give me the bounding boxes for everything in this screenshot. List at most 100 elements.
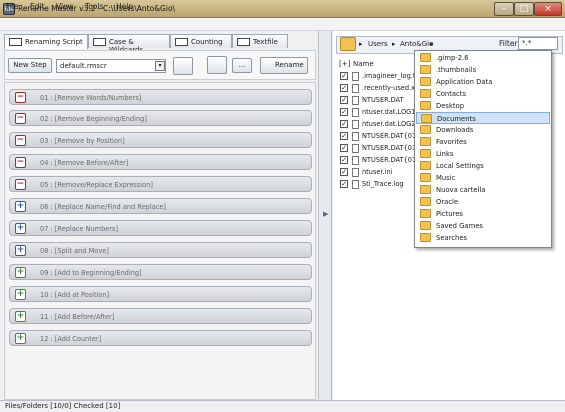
add-step-icon[interactable]: + xyxy=(15,311,26,322)
maximize-button[interactable]: □ xyxy=(514,2,534,16)
file-icon xyxy=(352,132,359,141)
menu-tools[interactable]: Tools xyxy=(85,2,103,11)
menu-edit[interactable]: Edit xyxy=(30,2,45,11)
checkbox[interactable]: ✓ xyxy=(340,156,348,164)
step-07[interactable]: +07 : [Replace Numbers] xyxy=(9,220,312,236)
folder-icon xyxy=(420,173,431,182)
dropdown-item[interactable]: Music xyxy=(416,172,550,184)
counting-icon xyxy=(175,38,188,46)
dropdown-item[interactable]: Saved Games xyxy=(416,220,550,232)
folder-icon xyxy=(421,114,432,123)
dropdown-item[interactable]: Contacts xyxy=(416,88,550,100)
dropdown-item[interactable]: Links xyxy=(416,148,550,160)
replace-step-icon[interactable]: + xyxy=(15,245,26,256)
dropdown-item[interactable]: Pictures xyxy=(416,208,550,220)
remove-step-icon[interactable]: − xyxy=(15,157,26,168)
breadcrumb-separator[interactable]: ▸ xyxy=(392,40,396,48)
dropdown-item[interactable]: Desktop xyxy=(416,100,550,112)
tab-renaming-script[interactable]: Renaming Script xyxy=(4,34,88,49)
dropdown-item[interactable]: Searches xyxy=(416,232,550,244)
tab-textfile[interactable]: Textfile xyxy=(232,34,288,48)
step-12[interactable]: +12 : [Add Counter] xyxy=(9,330,312,346)
replace-step-icon[interactable]: + xyxy=(15,223,26,234)
checkbox[interactable]: ✓ xyxy=(340,180,348,188)
folder-icon xyxy=(420,89,431,98)
folder-icon[interactable] xyxy=(340,37,356,51)
dropdown-item[interactable]: Downloads xyxy=(416,124,550,136)
script-list-icon[interactable] xyxy=(173,57,193,75)
dropdown-item-selected[interactable]: Documents xyxy=(416,112,550,124)
menu-view[interactable]: View xyxy=(56,2,74,11)
new-step-button[interactable]: New Step xyxy=(8,58,52,73)
filter-label: Filter xyxy=(499,39,518,48)
dropdown-item[interactable]: Oracle xyxy=(416,196,550,208)
step-11[interactable]: +11 : [Add Before/After] xyxy=(9,308,312,324)
file-icon xyxy=(352,120,359,129)
checkbox[interactable]: ✓ xyxy=(340,120,348,128)
folder-icon xyxy=(420,149,431,158)
dropdown-item[interactable]: Nuova cartella xyxy=(416,184,550,196)
menu-file[interactable]: File xyxy=(6,2,19,11)
checkbox[interactable]: ✓ xyxy=(340,132,348,140)
step-04[interactable]: −04 : [Remove Before/After] xyxy=(9,154,312,170)
dropdown-item[interactable]: Local Settings xyxy=(416,160,550,172)
dropdown-item[interactable]: Application Data xyxy=(416,76,550,88)
step-06[interactable]: +06 : [Replace Name/Find and Replace] xyxy=(9,198,312,214)
tab-counting[interactable]: Counting xyxy=(170,34,232,48)
add-step-icon[interactable]: + xyxy=(15,267,26,278)
remove-step-icon[interactable]: − xyxy=(15,113,26,124)
checkbox[interactable]: ✓ xyxy=(340,144,348,152)
file-icon xyxy=(352,72,359,81)
remove-step-icon[interactable]: − xyxy=(15,135,26,146)
splitter-grip-icon[interactable]: ▶ xyxy=(323,210,329,228)
breadcrumb-users[interactable]: Users xyxy=(368,40,388,48)
menu-bar xyxy=(0,18,565,31)
breadcrumb-user-folder[interactable]: Anto&Gio xyxy=(400,40,433,48)
script-icon xyxy=(9,38,22,46)
browse-button[interactable]: ... xyxy=(232,58,252,73)
folder-icon xyxy=(420,53,431,62)
textfile-icon xyxy=(237,38,250,46)
step-08[interactable]: +08 : [Split and Move] xyxy=(9,242,312,258)
file-icon xyxy=(352,156,359,165)
checkbox[interactable]: ✓ xyxy=(340,168,348,176)
file-icon xyxy=(352,96,359,105)
filter-input[interactable]: *.* xyxy=(518,37,558,50)
rename-button[interactable]: Rename xyxy=(260,57,308,74)
step-01[interactable]: −01 : [Remove Words/Numbers] xyxy=(9,89,312,105)
folder-icon xyxy=(420,209,431,218)
step-10[interactable]: +10 : [Add at Position] xyxy=(9,286,312,302)
checkbox[interactable]: ✓ xyxy=(340,72,348,80)
tab-case-wildcards[interactable]: Case & Wildcards xyxy=(88,34,170,54)
checkbox[interactable]: ✓ xyxy=(340,84,348,92)
dropdown-item[interactable]: Favorites xyxy=(416,136,550,148)
add-step-icon[interactable]: + xyxy=(15,333,26,344)
script-file-field[interactable]: default.rmscr xyxy=(56,59,166,73)
checkbox[interactable]: ✓ xyxy=(340,96,348,104)
file-icon xyxy=(352,180,359,189)
remove-step-icon[interactable]: − xyxy=(15,92,26,103)
file-icon xyxy=(352,168,359,177)
file-icon xyxy=(352,144,359,153)
step-03[interactable]: −03 : [Remove by Position] xyxy=(9,132,312,148)
file-icon xyxy=(352,84,359,93)
step-05[interactable]: −05 : [Remove/Replace Expression] xyxy=(9,176,312,192)
replace-step-icon[interactable]: + xyxy=(15,201,26,212)
file-icon xyxy=(352,108,359,117)
step-09[interactable]: +09 : [Add to Beginning/Ending] xyxy=(9,264,312,280)
script-dropdown-icon[interactable]: ▾ xyxy=(155,61,165,71)
preview-icon[interactable] xyxy=(207,56,227,74)
close-button[interactable]: × xyxy=(534,2,562,16)
dropdown-item[interactable]: .gimp-2.6 xyxy=(416,52,550,64)
name-column-header[interactable]: Name xyxy=(353,60,374,68)
case-icon xyxy=(93,38,106,46)
add-column-header[interactable]: [+] xyxy=(339,60,350,68)
checkbox[interactable]: ✓ xyxy=(340,108,348,116)
menu-help[interactable]: Help xyxy=(116,2,133,11)
step-02[interactable]: −02 : [Remove Beginning/Ending] xyxy=(9,110,312,126)
breadcrumb-separator[interactable]: ▸ xyxy=(430,40,434,48)
add-step-icon[interactable]: + xyxy=(15,289,26,300)
dropdown-item[interactable]: .thumbnails xyxy=(416,64,550,76)
remove-step-icon[interactable]: − xyxy=(15,179,26,190)
minimize-button[interactable]: – xyxy=(494,2,514,16)
